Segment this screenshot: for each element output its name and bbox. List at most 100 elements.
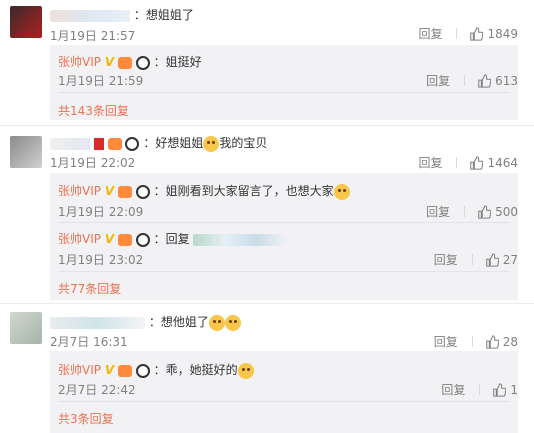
comment-actions: 回复 1464 bbox=[418, 154, 518, 171]
divider bbox=[456, 157, 458, 168]
reply-header: 张帅VIP V ：姐挺好 bbox=[58, 53, 202, 70]
comment-header: ：好想姐姐 我的宝贝 bbox=[50, 134, 267, 152]
smile-emoji-icon bbox=[333, 183, 350, 200]
reply-button[interactable]: 回复 bbox=[418, 25, 442, 42]
comment-header: ：想姐姐了 bbox=[50, 6, 194, 23]
reply-button[interactable]: 回复 bbox=[426, 72, 450, 89]
crying-emoji-icon bbox=[203, 135, 220, 152]
comment-time: 1月19日 21:57 bbox=[50, 29, 136, 43]
comment-divider bbox=[0, 303, 534, 304]
comment-actions: 回复 28 bbox=[434, 333, 518, 350]
comment-2: ：好想姐姐 我的宝贝 1月19日 22:02 回复 1464 张帅VIP V ：姐… bbox=[0, 128, 534, 303]
reply-button[interactable]: 回复 bbox=[434, 251, 458, 268]
reply-actions: 回复 1 bbox=[441, 381, 518, 398]
reply-author[interactable]: 张帅VIP bbox=[58, 363, 101, 377]
like-icon[interactable] bbox=[469, 26, 484, 41]
like-icon[interactable] bbox=[477, 204, 492, 219]
like-icon[interactable] bbox=[485, 334, 499, 349]
panda-icon bbox=[135, 232, 150, 247]
red-badge-icon bbox=[93, 137, 104, 150]
reply-time: 1月19日 23:02 bbox=[58, 253, 144, 267]
divider bbox=[471, 254, 473, 265]
comment-1: ：想姐姐了 1月19日 21:57 回复 1849 张帅VIP V ：姐挺好 1… bbox=[0, 0, 534, 123]
more-replies-link[interactable]: 共3条回复 bbox=[58, 410, 114, 427]
pleading-emoji-icon bbox=[224, 314, 241, 331]
reply-author[interactable]: 张帅VIP bbox=[58, 55, 101, 69]
verified-badge-icon: V bbox=[104, 232, 115, 246]
reply-divider bbox=[58, 92, 510, 93]
like-count: 1 bbox=[510, 382, 518, 397]
comment-actions: 回复 1849 bbox=[418, 25, 518, 42]
reply-text: ：乖，她挺好的 bbox=[153, 363, 238, 377]
reply-text: ：姐挺好 bbox=[153, 55, 202, 69]
pleading-emoji-icon bbox=[208, 314, 225, 331]
reply-box: 张帅VIP V ：姐挺好 1月19日 21:59 回复 613 共143条回复 bbox=[50, 45, 518, 120]
reply-item: 张帅VIP V ：回复 1月19日 23:02 回复 27 bbox=[50, 224, 518, 272]
username-blurred[interactable] bbox=[50, 137, 90, 150]
reply-actions: 回复 613 bbox=[426, 72, 518, 89]
panda-icon bbox=[125, 136, 140, 151]
reply-divider bbox=[58, 222, 510, 223]
reply-author[interactable]: 张帅VIP bbox=[58, 232, 101, 246]
username-blurred[interactable] bbox=[50, 316, 145, 329]
reply-header: 张帅VIP V ：姐刚看到大家留言了，也想大家 bbox=[58, 182, 350, 200]
like-icon[interactable] bbox=[469, 155, 484, 170]
avatar[interactable] bbox=[10, 312, 42, 344]
comment-text: ：想姐姐了 bbox=[133, 8, 194, 22]
vip-icon bbox=[107, 137, 122, 150]
comment-text: ：想他姐了 bbox=[148, 315, 209, 329]
reply-text: ：回复 bbox=[153, 232, 190, 246]
reply-item: 张帅VIP V ：乖，她挺好的 2月7日 22:42 回复 1 bbox=[50, 351, 518, 402]
reply-divider bbox=[58, 271, 510, 272]
avatar[interactable] bbox=[10, 136, 42, 168]
reply-time: 2月7日 22:42 bbox=[58, 383, 136, 397]
vip-icon bbox=[117, 185, 132, 198]
reply-box: 张帅VIP V ：姐刚看到大家留言了，也想大家 1月19日 22:09 回复 5… bbox=[50, 173, 518, 300]
username-blurred[interactable] bbox=[50, 9, 130, 22]
comment-text-tail: 我的宝贝 bbox=[219, 136, 268, 150]
verified-badge-icon: V bbox=[104, 184, 115, 198]
reply-actions: 回复 500 bbox=[426, 203, 518, 220]
avatar[interactable] bbox=[10, 6, 42, 38]
like-count: 1849 bbox=[487, 26, 518, 41]
verified-badge-icon: V bbox=[104, 55, 115, 69]
comment-3: ：想他姐了 2月7日 16:31 回复 28 张帅VIP V ：乖，她挺好的 2… bbox=[0, 306, 534, 433]
panda-icon bbox=[135, 363, 150, 378]
like-count: 613 bbox=[495, 73, 518, 88]
reply-time: 1月19日 21:59 bbox=[58, 74, 144, 88]
reply-button[interactable]: 回复 bbox=[426, 203, 450, 220]
like-icon[interactable] bbox=[477, 73, 492, 88]
more-replies-link[interactable]: 共143条回复 bbox=[58, 102, 129, 119]
reply-button[interactable]: 回复 bbox=[441, 381, 465, 398]
vip-icon bbox=[117, 233, 132, 246]
like-count: 27 bbox=[502, 252, 518, 267]
more-replies-link[interactable]: 共77条回复 bbox=[58, 280, 121, 297]
like-count: 28 bbox=[502, 334, 518, 349]
comment-header: ：想他姐了 bbox=[50, 313, 241, 331]
reply-button[interactable]: 回复 bbox=[418, 154, 442, 171]
like-icon[interactable] bbox=[492, 382, 507, 397]
reply-item: 张帅VIP V ：姐挺好 1月19日 21:59 回复 613 bbox=[50, 45, 518, 93]
reply-author[interactable]: 张帅VIP bbox=[58, 184, 101, 198]
reply-text: ：姐刚看到大家留言了，也想大家 bbox=[153, 184, 334, 198]
reply-divider bbox=[58, 401, 510, 402]
smile-emoji-icon bbox=[237, 362, 254, 379]
divider bbox=[464, 206, 466, 217]
vip-icon bbox=[117, 364, 132, 377]
reply-time: 1月19日 22:09 bbox=[58, 205, 144, 219]
divider bbox=[479, 384, 481, 395]
reply-button[interactable]: 回复 bbox=[434, 333, 458, 350]
panda-icon bbox=[135, 184, 150, 199]
like-count: 1464 bbox=[487, 155, 518, 170]
comment-time: 2月7日 16:31 bbox=[50, 335, 128, 349]
divider bbox=[471, 336, 473, 347]
divider bbox=[456, 28, 458, 39]
vip-icon bbox=[117, 56, 132, 69]
divider bbox=[464, 75, 466, 86]
verified-badge-icon: V bbox=[104, 363, 115, 377]
mention-blurred[interactable] bbox=[193, 233, 289, 246]
reply-header: 张帅VIP V ：乖，她挺好的 bbox=[58, 361, 254, 379]
reply-header: 张帅VIP V ：回复 bbox=[58, 230, 289, 247]
like-icon[interactable] bbox=[485, 252, 499, 267]
reply-item: 张帅VIP V ：姐刚看到大家留言了，也想大家 1月19日 22:09 回复 5… bbox=[50, 173, 518, 223]
